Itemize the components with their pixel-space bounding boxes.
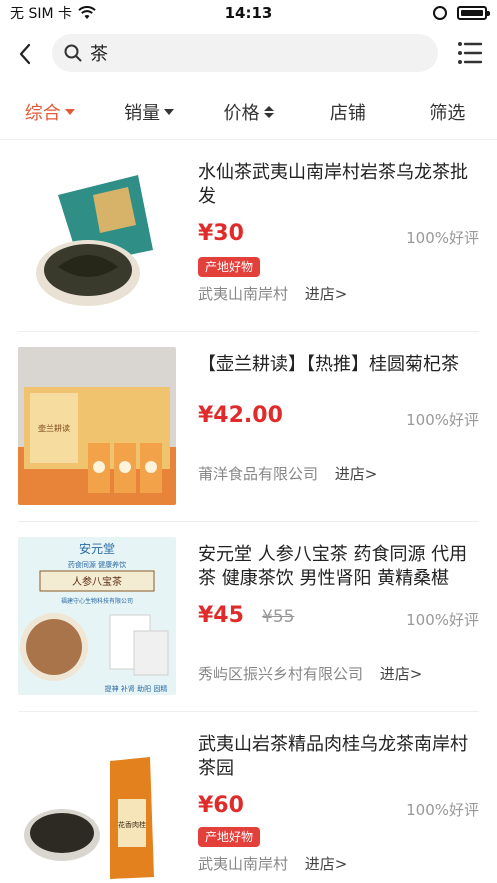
product-reviews: 100%好评 [406, 611, 479, 629]
shop-row: 莆洋食品有限公司 进店> [198, 463, 377, 484]
product-title: 安元堂 人参八宝茶 药食同源 代用茶 健康茶饮 男性肾阳 黄精桑椹 [198, 544, 468, 589]
product-title: 【壶兰耕读】【热推】桂圆菊杞茶 [198, 354, 459, 375]
product-item[interactable]: 水仙茶武夷山南岸村岩茶乌龙茶批发 ¥30 100%好评 产地好物 武夷山南岸村 … [0, 141, 497, 331]
enter-shop-link[interactable]: 进店> [335, 465, 378, 483]
product-image[interactable]: 花香肉桂 [18, 727, 176, 883]
tab-label: 综合 [24, 102, 61, 124]
divider [18, 711, 479, 712]
product-reviews: 100%好评 [406, 801, 479, 819]
original-price: ¥55 [262, 607, 295, 627]
sort-icon [263, 105, 274, 118]
tab-store[interactable]: 店铺 [298, 84, 397, 140]
status-bar: 无 SIM 卡 14:13 [0, 0, 497, 26]
product-price: ¥30 [198, 221, 244, 246]
shop-row: 武夷山南岸村 进店> [198, 283, 347, 304]
filter-tabs: 综合 销量 价格 店铺 筛选 [0, 84, 497, 140]
status-left: 无 SIM 卡 [10, 3, 96, 23]
shop-name: 武夷山南岸村 [198, 855, 289, 873]
product-price: ¥45 [198, 603, 244, 628]
list-menu-icon[interactable] [455, 38, 485, 68]
pack-label: 花香肉桂 [118, 820, 146, 829]
product-title: 水仙茶武夷山南岸村岩茶乌龙茶批发 [198, 162, 468, 207]
chevron-left-icon [19, 43, 31, 65]
product-image[interactable]: 壶兰耕读 [18, 347, 176, 505]
product-item[interactable]: 花香肉桂 武夷山岩茶精品肉桂乌龙茶南岸村茶园 ¥60 100%好评 产地好物 武… [0, 713, 497, 883]
product-image[interactable] [18, 155, 176, 313]
battery-icon [457, 6, 490, 20]
tab-comprehensive[interactable]: 综合 [0, 84, 99, 140]
box-label: 壶兰耕读 [38, 423, 70, 433]
brand-label: 安元堂 [79, 541, 115, 556]
search-icon [64, 44, 82, 62]
shop-row: 秀屿区振兴乡村有限公司 进店> [198, 663, 422, 684]
slogan-label: 药食同源 健康养饮 [68, 560, 126, 569]
shop-name: 莆洋食品有限公司 [198, 465, 319, 483]
search-query: 茶 [90, 44, 108, 65]
shop-name: 秀屿区振兴乡村有限公司 [198, 665, 364, 683]
company-label: 福建守心生物科技有限公司 [61, 597, 133, 605]
orientation-lock-icon [433, 6, 447, 20]
origin-badge: 产地好物 [198, 257, 261, 277]
tab-label: 价格 [223, 102, 260, 124]
enter-shop-link[interactable]: 进店> [305, 855, 348, 873]
tab-price[interactable]: 价格 [199, 84, 298, 140]
tab-label: 销量 [124, 102, 161, 124]
product-reviews: 100%好评 [406, 411, 479, 429]
tab-filter[interactable]: 筛选 [398, 84, 497, 140]
wifi-icon [78, 6, 96, 19]
product-title: 武夷山岩茶精品肉桂乌龙茶南岸村茶园 [198, 734, 468, 779]
search-row: 茶 [0, 30, 497, 78]
product-item[interactable]: 壶兰耕读 【壶兰耕读】【热推】桂圆菊杞茶 ¥42.00 100%好评 莆洋食品有… [0, 333, 497, 523]
divider [18, 521, 479, 522]
tab-sales[interactable]: 销量 [99, 84, 198, 140]
shop-row: 武夷山南岸村 进店> [198, 853, 347, 874]
product-price: ¥42.00 [198, 403, 283, 428]
search-input[interactable]: 茶 [52, 34, 438, 72]
tab-label: 筛选 [429, 102, 466, 124]
back-button[interactable] [0, 30, 50, 78]
enter-shop-link[interactable]: 进店> [305, 285, 348, 303]
caret-down-icon [164, 108, 175, 115]
product-name-label: 人参八宝茶 [72, 575, 122, 588]
shop-name: 武夷山南岸村 [198, 285, 289, 303]
product-price: ¥60 [198, 793, 244, 818]
tab-label: 店铺 [329, 102, 366, 124]
carrier-label: 无 SIM 卡 [10, 6, 72, 22]
origin-badge: 产地好物 [198, 827, 261, 847]
product-item[interactable]: 安元堂 药食同源 健康养饮 人参八宝茶 福建守心生物科技有限公司 提神 补肾 助… [0, 523, 497, 713]
divider [18, 331, 479, 332]
product-reviews: 100%好评 [406, 229, 479, 247]
product-image[interactable]: 安元堂 药食同源 健康养饮 人参八宝茶 福建守心生物科技有限公司 提神 补肾 助… [18, 537, 176, 695]
status-right [433, 6, 490, 20]
footer-label: 提神 补肾 助阳 固精 [105, 684, 168, 693]
caret-down-icon [64, 108, 75, 115]
enter-shop-link[interactable]: 进店> [380, 665, 423, 683]
